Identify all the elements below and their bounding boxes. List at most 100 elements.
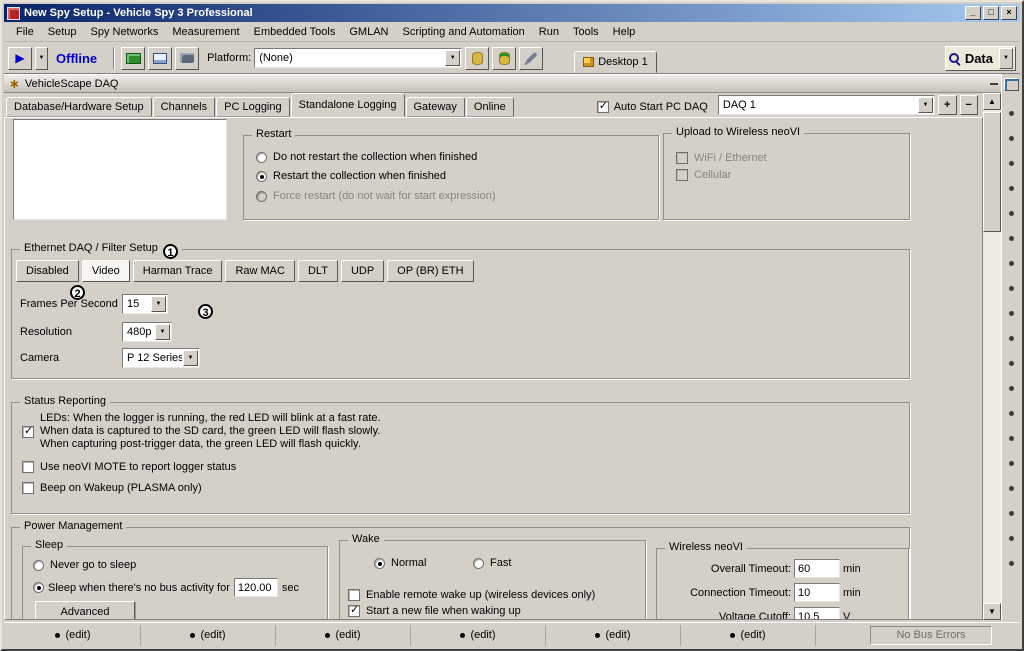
scroll-down-button[interactable]: ▼: [983, 603, 1001, 620]
never-sleep-label: Never go to sleep: [50, 559, 136, 571]
led-status-checkbox[interactable]: [22, 426, 34, 438]
tab-channels[interactable]: Channels: [153, 97, 215, 117]
tab-pc-logging[interactable]: PC Logging: [216, 97, 290, 117]
app-icon: [7, 7, 20, 20]
force-restart-label: Force restart (do not wait for start exp…: [273, 190, 496, 202]
sleep-after-radio[interactable]: [33, 582, 44, 593]
maximize-button[interactable]: □: [983, 6, 999, 20]
no-restart-radio[interactable]: [256, 152, 267, 163]
capture-button[interactable]: [175, 47, 199, 70]
beep-on-wakeup-checkbox[interactable]: [22, 482, 34, 494]
camera-icon: [180, 53, 194, 63]
desktop-1-tab[interactable]: Desktop 1: [574, 51, 657, 73]
restart-when-finished-radio[interactable]: [256, 171, 267, 182]
collection-listbox[interactable]: [13, 119, 227, 220]
menu-embedded-tools[interactable]: Embedded Tools: [247, 23, 343, 41]
remove-daq-button[interactable]: −: [960, 95, 978, 115]
database-merge-button[interactable]: [492, 47, 516, 70]
dock-window-icon[interactable]: [1004, 78, 1019, 91]
overall-timeout-field[interactable]: 60: [794, 559, 840, 578]
status-edit-slot-2[interactable]: (edit): [141, 625, 276, 646]
voltage-cutoff-field[interactable]: 10.5: [794, 607, 840, 620]
resolution-select[interactable]: 480p ▼: [122, 322, 172, 342]
data-button[interactable]: Data ▼: [945, 46, 1016, 71]
filter-tab-dlt[interactable]: DLT: [298, 260, 338, 282]
edit-label[interactable]: (edit): [740, 629, 765, 641]
run-button[interactable]: ▶: [8, 47, 32, 70]
filter-tab-video[interactable]: Video: [82, 260, 130, 282]
tab-database-hardware-setup[interactable]: Database/Hardware Setup: [6, 97, 152, 117]
scrollbar-thumb[interactable]: [983, 112, 1001, 232]
menu-measurement[interactable]: Measurement: [165, 23, 246, 41]
options-button[interactable]: [519, 47, 543, 70]
database-button[interactable]: [465, 47, 489, 70]
edit-label[interactable]: (edit): [200, 629, 225, 641]
tab-gateway[interactable]: Gateway: [406, 97, 465, 117]
auto-start-pc-daq-checkbox[interactable]: [597, 101, 609, 113]
wake-normal-radio[interactable]: [374, 558, 385, 569]
dock-slot-dot: [1009, 561, 1014, 566]
status-edit-slot-5[interactable]: (edit): [546, 625, 681, 646]
platform-select[interactable]: (None) ▼: [254, 48, 462, 68]
hardware-chip-icon: [126, 53, 141, 64]
platform-dropdown-button[interactable]: ▼: [445, 50, 460, 66]
menu-run[interactable]: Run: [532, 23, 566, 41]
filter-tab-raw-mac[interactable]: Raw MAC: [225, 260, 295, 282]
remote-wakeup-checkbox[interactable]: [348, 589, 360, 601]
status-edit-slot-3[interactable]: (edit): [276, 625, 411, 646]
vertical-scrollbar[interactable]: ▲ ▼: [983, 93, 1001, 620]
resolution-dropdown-button[interactable]: ▼: [155, 324, 170, 340]
menu-spy-networks[interactable]: Spy Networks: [83, 23, 165, 41]
menu-tools[interactable]: Tools: [566, 23, 606, 41]
advanced-button[interactable]: Advanced: [35, 601, 135, 620]
monitor-button[interactable]: [148, 47, 172, 70]
data-dropdown-button[interactable]: ▼: [999, 48, 1013, 69]
filter-tab-disabled[interactable]: Disabled: [16, 260, 79, 282]
filter-tab-udp[interactable]: UDP: [341, 260, 384, 282]
scroll-up-button[interactable]: ▲: [983, 93, 1001, 110]
menu-help[interactable]: Help: [606, 23, 643, 41]
fps-select[interactable]: 15 ▼: [122, 294, 168, 314]
edit-label[interactable]: (edit): [605, 629, 630, 641]
camera-dropdown-button[interactable]: ▼: [183, 350, 198, 366]
new-file-on-wake-checkbox[interactable]: [348, 605, 360, 617]
filter-tab-harman-trace[interactable]: Harman Trace: [133, 260, 223, 282]
daq-dropdown-button[interactable]: ▼: [918, 97, 933, 113]
edit-label[interactable]: (edit): [470, 629, 495, 641]
tab-online[interactable]: Online: [466, 97, 514, 117]
connection-timeout-field[interactable]: 10: [794, 583, 840, 602]
status-edit-slot-6[interactable]: (edit): [681, 625, 816, 646]
sleep-timeout-field[interactable]: 120.00: [234, 578, 278, 597]
resolution-value: 480p: [123, 326, 154, 338]
remote-wakeup-label: Enable remote wake up (wireless devices …: [366, 589, 595, 601]
status-edit-slot-4[interactable]: (edit): [411, 625, 546, 646]
sleep-group-title: Sleep: [31, 539, 67, 551]
neovi-mote-checkbox[interactable]: [22, 461, 34, 473]
camera-select[interactable]: P 12 Series ▼: [122, 348, 200, 368]
dock-slot-dot: [1009, 261, 1014, 266]
edit-label[interactable]: (edit): [65, 629, 90, 641]
menu-scripting-automation[interactable]: Scripting and Automation: [395, 23, 531, 41]
neovi-hardware-button[interactable]: [121, 47, 145, 70]
edit-label[interactable]: (edit): [335, 629, 360, 641]
dock-slot-dot: [1009, 536, 1014, 541]
panel-collapse-icon[interactable]: [990, 83, 998, 85]
wake-fast-radio[interactable]: [473, 558, 484, 569]
minimize-button[interactable]: _: [965, 6, 981, 20]
close-button[interactable]: ×: [1001, 6, 1017, 20]
add-daq-button[interactable]: +: [938, 95, 956, 115]
menu-file[interactable]: File: [9, 23, 41, 41]
status-edit-slot-1[interactable]: (edit): [6, 625, 141, 646]
menu-setup[interactable]: Setup: [41, 23, 84, 41]
wake-group: Wake Normal Fast Enable remote wake up (…: [339, 540, 646, 620]
daq-select[interactable]: DAQ 1 ▼: [718, 95, 935, 115]
fps-dropdown-button[interactable]: ▼: [151, 296, 166, 312]
force-restart-radio: [256, 191, 267, 202]
menu-gmlan[interactable]: GMLAN: [342, 23, 395, 41]
never-sleep-radio[interactable]: [33, 560, 44, 571]
run-options-dropdown[interactable]: ▼: [35, 47, 48, 70]
app-window: New Spy Setup - Vehicle Spy 3 Profession…: [0, 0, 1024, 651]
filter-tab-op-br-eth[interactable]: OP (BR) ETH: [387, 260, 473, 282]
tab-standalone-logging[interactable]: Standalone Logging: [291, 93, 405, 117]
dock-slot-dot: [1009, 461, 1014, 466]
